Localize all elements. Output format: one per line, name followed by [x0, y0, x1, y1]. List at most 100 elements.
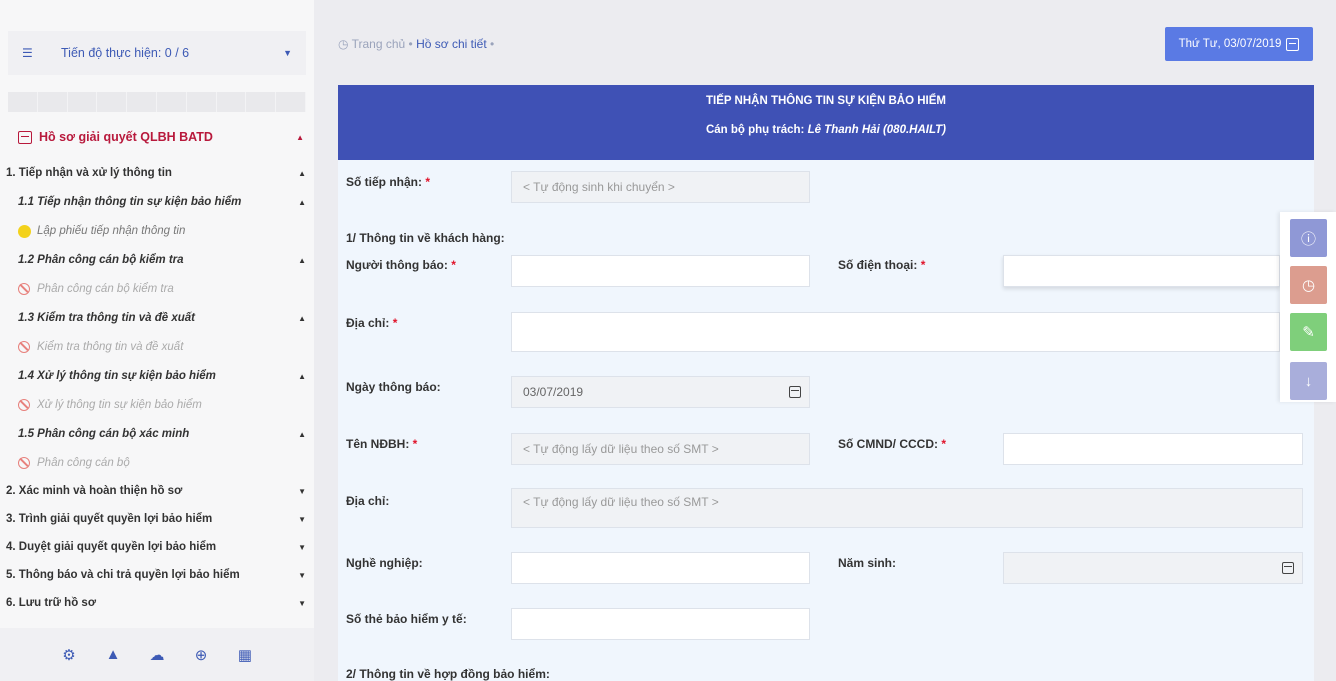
- history-button[interactable]: ◷: [1290, 266, 1327, 304]
- job-label: Nghề nghiệp:: [346, 556, 423, 570]
- plus-circle-icon[interactable]: ⊕: [191, 646, 211, 664]
- date-label: Thứ Tư, 03/07/2019: [1178, 38, 1282, 50]
- tree-label: 1.3 Kiểm tra thông tin và đề xuất: [18, 312, 196, 324]
- health-card-label: Số thẻ bảo hiểm y tế:: [346, 612, 467, 626]
- tree-label: 1.2 Phân công cán bộ kiểm tra: [18, 254, 184, 266]
- case-title-label: Hồ sơ giải quyết QLBH BATD: [39, 130, 213, 144]
- tree-task[interactable]: Phân công cán bộ kiểm tra: [0, 279, 306, 299]
- tree-task[interactable]: Phân công cán bộ: [0, 453, 306, 473]
- sidebar: ☰ Tiến độ thực hiện: 0 / 6 ▼ Hồ sơ giải …: [0, 0, 314, 681]
- insured-name-label: Tên NĐBH: *: [346, 437, 418, 451]
- edit-doc-icon: ✎: [1302, 324, 1315, 341]
- progress-dropdown[interactable]: ☰ Tiến độ thực hiện: 0 / 6 ▼: [8, 31, 306, 75]
- scroll-down-button[interactable]: ↓: [1290, 362, 1327, 400]
- tree-label: 3. Trình giải quyết quyền lợi bảo hiểm: [6, 513, 213, 525]
- chevron-down-icon: ▼: [298, 486, 306, 496]
- date-button[interactable]: Thứ Tư, 03/07/2019: [1165, 27, 1313, 61]
- tree-step[interactable]: 1.3 Kiểm tra thông tin và đề xuất ▲: [0, 308, 306, 328]
- tree-task[interactable]: Xử lý thông tin sự kiện bảo hiểm: [0, 395, 306, 415]
- notifier-input[interactable]: [511, 255, 810, 287]
- gear-icon[interactable]: ⚙: [59, 646, 79, 664]
- tree-label: 2. Xác minh và hoàn thiện hồ sơ: [6, 485, 183, 497]
- clock-icon: ◷: [1301, 277, 1316, 294]
- chevron-up-icon: ▲: [296, 132, 304, 142]
- tree-task[interactable]: Lập phiếu tiếp nhận thông tin: [0, 221, 306, 241]
- tree-label: 1. Tiếp nhận và xử lý thông tin: [6, 167, 172, 179]
- phone-input[interactable]: [1003, 255, 1280, 287]
- edit-doc-button[interactable]: ✎: [1290, 313, 1327, 351]
- floating-actions: ⓘ ◷ ✎ ↓: [1280, 212, 1336, 402]
- address2-input[interactable]: < Tự động lấy dữ liệu theo số SMT >: [511, 488, 1303, 528]
- notify-date-label: Ngày thông báo:: [346, 380, 441, 394]
- sidebar-separator: [8, 92, 306, 112]
- tree-label: 1.1 Tiếp nhận thông tin sự kiện bảo hiểm: [18, 196, 242, 208]
- calendar-icon[interactable]: [1282, 562, 1294, 574]
- arrow-down-icon: ↓: [1304, 372, 1313, 390]
- blocked-icon: [18, 341, 30, 353]
- tree-step[interactable]: 1.4 Xử lý thông tin sự kiện bảo hiểm ▲: [0, 366, 306, 386]
- chevron-down-icon: ▼: [283, 48, 292, 58]
- calendar-icon[interactable]: ▦: [235, 646, 255, 664]
- section-contract: 2/ Thông tin về hợp đồng bảo hiểm:: [346, 667, 550, 681]
- job-input[interactable]: [511, 552, 810, 584]
- tree-step[interactable]: 5. Thông báo và chi trả quyền lợi bảo hi…: [0, 565, 306, 585]
- chevron-down-icon: ▼: [298, 542, 306, 552]
- bell-icon[interactable]: ▲: [103, 646, 123, 663]
- chevron-up-icon: ▲: [298, 255, 306, 265]
- tree-label: Phân công cán bộ: [37, 457, 130, 469]
- tree-label: Lập phiếu tiếp nhận thông tin: [37, 225, 186, 237]
- notify-date-input[interactable]: 03/07/2019: [511, 376, 810, 408]
- breadcrumb: ◷ Trang chủ • Hồ sơ chi tiết •: [338, 37, 495, 51]
- form-title: TIẾP NHẬN THÔNG TIN SỰ KIỆN BẢO HIỂM: [706, 95, 946, 107]
- tree-task[interactable]: Kiểm tra thông tin và đề xuất: [0, 337, 306, 357]
- address-label: Địa chỉ: *: [346, 316, 398, 330]
- tree-step[interactable]: 1.5 Phân công cán bộ xác minh ▲: [0, 424, 306, 444]
- form-panel: TIẾP NHẬN THÔNG TIN SỰ KIỆN BẢO HIỂM Cán…: [338, 85, 1314, 681]
- status-dot-icon: [18, 224, 31, 238]
- blocked-icon: [18, 283, 30, 295]
- calendar-icon: [1286, 37, 1300, 51]
- tree-label: Phân công cán bộ kiểm tra: [37, 283, 174, 295]
- cloud-icon[interactable]: ☁: [147, 646, 167, 664]
- tree-step[interactable]: 4. Duyệt giải quyết quyền lợi bảo hiểm ▼: [0, 537, 306, 557]
- chevron-up-icon: ▲: [298, 313, 306, 323]
- tree-label: Kiểm tra thông tin và đề xuất: [37, 341, 184, 353]
- breadcrumb-current[interactable]: Hồ sơ chi tiết: [416, 37, 487, 51]
- officer-line: Cán bộ phụ trách: Lê Thanh Hải (080.HAIL…: [705, 124, 947, 136]
- health-card-input[interactable]: [511, 608, 810, 640]
- progress-label: Tiến độ thực hiện: 0 / 6: [61, 46, 190, 60]
- tree-step[interactable]: 1.2 Phân công cán bộ kiểm tra ▲: [0, 250, 306, 270]
- calendar-icon[interactable]: [789, 386, 801, 398]
- blocked-icon: [18, 457, 30, 469]
- tree-label: 5. Thông báo và chi trả quyền lợi bảo hi…: [6, 569, 240, 581]
- chevron-down-icon: ▼: [298, 570, 306, 580]
- receipt-no-input[interactable]: < Tự động sinh khi chuyển >: [511, 171, 810, 203]
- tree-step[interactable]: 6. Lưu trữ hồ sơ ▼: [0, 593, 306, 613]
- tree-label: 1.5 Phân công cán bộ xác minh: [18, 428, 190, 440]
- address2-label: Địa chỉ:: [346, 494, 390, 508]
- officer-name: Lê Thanh Hải (080.HAILT): [807, 124, 947, 136]
- insured-name-input[interactable]: < Tự động lấy dữ liệu theo số SMT >: [511, 433, 810, 465]
- tree-label: 4. Duyệt giải quyết quyền lợi bảo hiểm: [6, 541, 217, 553]
- document-icon: [18, 130, 32, 144]
- home-icon: ◷: [338, 37, 349, 51]
- sidebar-footer: ⚙ ▲ ☁ ⊕ ▦: [0, 628, 314, 681]
- progress-bars-icon: ☰: [22, 46, 33, 60]
- info-icon: ⓘ: [1300, 230, 1316, 248]
- breadcrumb-home[interactable]: Trang chủ: [352, 37, 406, 51]
- chevron-up-icon: ▲: [298, 429, 306, 439]
- id-input[interactable]: [1003, 433, 1303, 465]
- tree-step[interactable]: 1.1 Tiếp nhận thông tin sự kiện bảo hiểm…: [0, 192, 306, 212]
- tree-step[interactable]: 3. Trình giải quyết quyền lợi bảo hiểm ▼: [0, 509, 306, 529]
- tree-step[interactable]: 2. Xác minh và hoàn thiện hồ sơ ▼: [0, 481, 306, 501]
- tree-label: Xử lý thông tin sự kiện bảo hiểm: [37, 399, 202, 411]
- birth-year-input[interactable]: [1003, 552, 1303, 584]
- case-title[interactable]: Hồ sơ giải quyết QLBH BATD ▲: [18, 130, 306, 144]
- address-input[interactable]: [511, 312, 1280, 352]
- blocked-icon: [18, 399, 30, 411]
- tree-step[interactable]: 1. Tiếp nhận và xử lý thông tin ▲: [0, 163, 306, 183]
- section-customer: 1/ Thông tin về khách hàng:: [346, 231, 505, 245]
- chevron-up-icon: ▲: [298, 371, 306, 381]
- info-button[interactable]: ⓘ: [1290, 219, 1327, 257]
- chevron-up-icon: ▲: [298, 168, 306, 178]
